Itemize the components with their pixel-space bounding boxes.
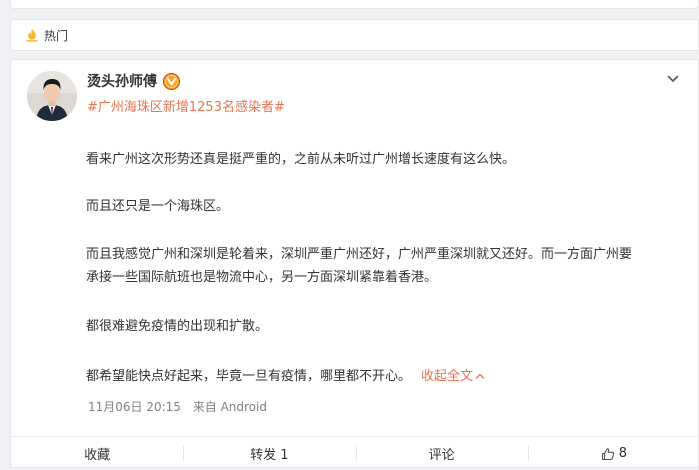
post-paragraph: 而且我感觉广州和深圳是轮着来，深圳严重广州还好，广州严重深圳就又还好。而一方面广… [86, 247, 633, 262]
previous-card-edge [10, 0, 699, 9]
like-count: 8 [618, 446, 628, 461]
collapse-label: 收起全文 [421, 369, 474, 384]
repost-label: 转发 1 [250, 448, 289, 463]
post-paragraph: 都很难避免疫情的出现和扩散。 [86, 319, 269, 334]
verified-icon [163, 72, 180, 90]
post-paragraph: 承接一些国际航班也是物流中心，另一方面深圳紧靠着香港。 [86, 270, 438, 285]
avatar-portrait [27, 71, 77, 121]
hot-section-label: 热门 [44, 28, 69, 43]
post-last-paragraph: 都希望能快点好起来，毕竟一旦有疫情，哪里都不开心。 收起全文 [86, 365, 485, 388]
author-row: 烫头孙师傅 [87, 71, 180, 91]
collapse-full-text-link[interactable]: 收起全文 [421, 369, 485, 384]
hot-fire-icon [26, 28, 38, 42]
chevron-down-icon[interactable] [666, 72, 680, 86]
favorite-label: 收藏 [84, 448, 111, 463]
post-paragraph-text: 都希望能快点好起来，毕竟一旦有疫情，哪里都不开心。 [86, 369, 412, 384]
comment-button[interactable]: 评论 [355, 437, 528, 470]
author-avatar[interactable] [27, 71, 77, 121]
post-meta: 11月06日 20:15 来自 Android [88, 398, 267, 415]
post-source: 来自 Android [192, 400, 267, 414]
like-button[interactable]: 8 [527, 437, 699, 470]
hot-section-header: 热门 [10, 19, 699, 51]
comment-label: 评论 [428, 448, 455, 463]
topic-hashtag-link[interactable]: #广州海珠区新增1253名感染者# [87, 96, 285, 115]
repost-button[interactable]: 转发 1 [183, 437, 355, 470]
post-action-bar: 收藏 转发 1 评论 8 [11, 436, 699, 470]
post-paragraph: 而且还只是一个海珠区。 [86, 199, 230, 214]
favorite-button[interactable]: 收藏 [11, 437, 183, 470]
author-name[interactable]: 烫头孙师傅 [87, 71, 157, 91]
thumbs-up-icon [601, 447, 614, 460]
post-paragraph: 看来广州这次形势还真是挺严重的，之前从未听过广州增长速度有这么快。 [86, 152, 516, 167]
chevron-up-icon [475, 373, 485, 379]
weibo-post-card: 烫头孙师傅 #广州海珠区新增1253名感染者# 看来广州这次形势还真是挺严重的，… [10, 59, 699, 468]
post-timestamp[interactable]: 11月06日 20:15 [88, 400, 181, 414]
